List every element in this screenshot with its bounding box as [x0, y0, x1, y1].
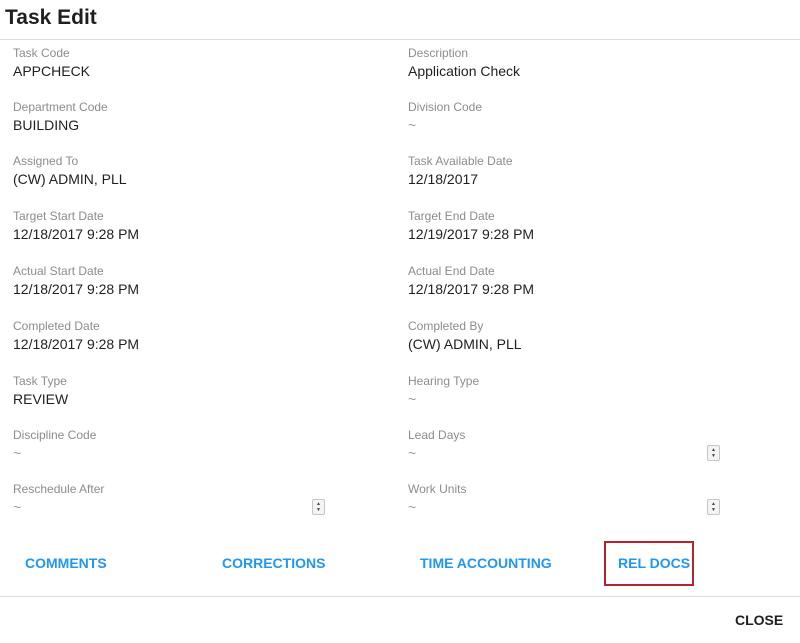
lead-days-input[interactable]: ~ — [408, 445, 738, 461]
divider — [0, 39, 800, 40]
field-label: Actual Start Date — [13, 264, 104, 278]
field-label: Completed Date — [13, 319, 100, 333]
field-label: Department Code — [13, 100, 108, 114]
field-label: Actual End Date — [408, 264, 495, 278]
comments-button[interactable]: COMMENTS — [25, 555, 107, 571]
field-label: Task Code — [13, 46, 70, 60]
corrections-button[interactable]: CORRECTIONS — [222, 555, 325, 571]
work-units-spinner[interactable]: ▲ ▼ — [707, 499, 720, 515]
assigned-to-value[interactable]: (CW) ADMIN, PLL — [13, 171, 343, 187]
field-label: Hearing Type — [408, 374, 480, 388]
field-label: Target End Date — [408, 209, 495, 223]
field-label: Work Units — [408, 482, 467, 496]
description-value[interactable]: Application Check — [408, 63, 738, 79]
close-button[interactable]: CLOSE — [735, 612, 783, 628]
field-target-start-date: Target Start Date 12/18/2017 9:28 PM — [13, 209, 343, 242]
field-work-units: Work Units ~ — [408, 482, 738, 515]
reschedule-after-spinner[interactable]: ▲ ▼ — [312, 499, 325, 515]
field-assigned-to: Assigned To (CW) ADMIN, PLL — [13, 154, 343, 187]
field-task-code: Task Code APPCHECK — [13, 46, 343, 79]
spin-down-icon[interactable]: ▼ — [711, 507, 716, 513]
field-label: Completed By — [408, 319, 484, 333]
task-type-value[interactable]: REVIEW — [13, 391, 343, 407]
spin-down-icon[interactable]: ▼ — [316, 507, 321, 513]
rel-docs-button[interactable]: REL DOCS — [618, 555, 690, 571]
field-task-available-date: Task Available Date 12/18/2017 — [408, 154, 738, 187]
field-hearing-type: Hearing Type ~ — [408, 374, 738, 407]
field-label: Target Start Date — [13, 209, 104, 223]
divider — [0, 596, 800, 597]
actual-end-date-value[interactable]: 12/18/2017 9:28 PM — [408, 281, 738, 297]
field-description: Description Application Check — [408, 46, 738, 79]
task-available-date-value[interactable]: 12/18/2017 — [408, 171, 738, 187]
discipline-code-value[interactable]: ~ — [13, 445, 343, 461]
reschedule-after-input[interactable]: ~ — [13, 499, 343, 515]
field-reschedule-after: Reschedule After ~ — [13, 482, 343, 515]
field-division-code: Division Code ~ — [408, 100, 738, 133]
field-actual-end-date: Actual End Date 12/18/2017 9:28 PM — [408, 264, 738, 297]
work-units-input[interactable]: ~ — [408, 499, 738, 515]
time-accounting-button[interactable]: TIME ACCOUNTING — [420, 555, 552, 571]
field-task-type: Task Type REVIEW — [13, 374, 343, 407]
field-completed-by: Completed By (CW) ADMIN, PLL — [408, 319, 738, 352]
field-label: Description — [408, 46, 469, 60]
target-start-date-value[interactable]: 12/18/2017 9:28 PM — [13, 226, 343, 242]
department-code-value[interactable]: BUILDING — [13, 117, 343, 133]
task-code-value[interactable]: APPCHECK — [13, 63, 343, 79]
field-label: Reschedule After — [13, 482, 105, 496]
spin-down-icon[interactable]: ▼ — [711, 453, 716, 459]
field-lead-days: Lead Days ~ — [408, 428, 738, 461]
field-label: Discipline Code — [13, 428, 97, 442]
field-label: Task Available Date — [408, 154, 513, 168]
page-title: Task Edit — [5, 6, 97, 29]
completed-by-value[interactable]: (CW) ADMIN, PLL — [408, 336, 738, 352]
field-department-code: Department Code BUILDING — [13, 100, 343, 133]
field-label: Task Type — [13, 374, 67, 388]
field-actual-start-date: Actual Start Date 12/18/2017 9:28 PM — [13, 264, 343, 297]
field-label: Division Code — [408, 100, 483, 114]
field-label: Lead Days — [408, 428, 466, 442]
completed-date-value[interactable]: 12/18/2017 9:28 PM — [13, 336, 343, 352]
lead-days-spinner[interactable]: ▲ ▼ — [707, 445, 720, 461]
division-code-value[interactable]: ~ — [408, 117, 738, 133]
target-end-date-value[interactable]: 12/19/2017 9:28 PM — [408, 226, 738, 242]
hearing-type-value[interactable]: ~ — [408, 391, 738, 407]
field-discipline-code: Discipline Code ~ — [13, 428, 343, 461]
field-label: Assigned To — [13, 154, 79, 168]
actual-start-date-value[interactable]: 12/18/2017 9:28 PM — [13, 281, 343, 297]
field-completed-date: Completed Date 12/18/2017 9:28 PM — [13, 319, 343, 352]
field-target-end-date: Target End Date 12/19/2017 9:28 PM — [408, 209, 738, 242]
